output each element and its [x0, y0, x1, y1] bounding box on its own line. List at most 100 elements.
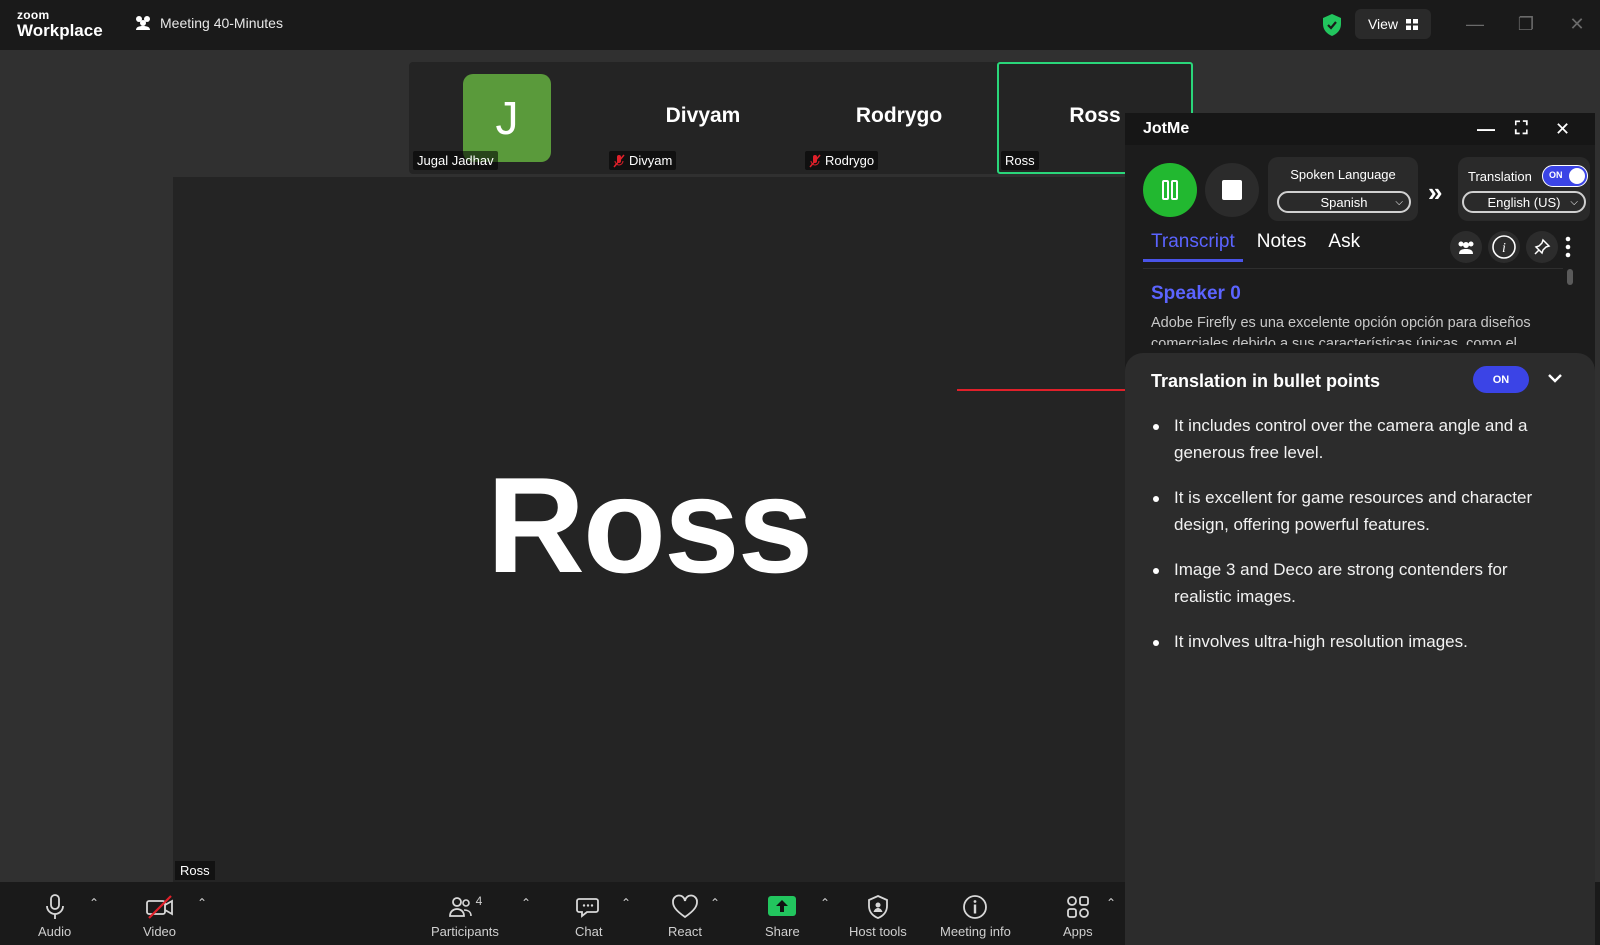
- translation-toggle[interactable]: ON: [1542, 165, 1588, 187]
- audio-label: Audio: [38, 924, 72, 939]
- chevron-down-icon: ⌵: [1395, 196, 1403, 208]
- encryption-shield-icon[interactable]: [1321, 13, 1343, 37]
- participant-tile-jugal[interactable]: J Jugal Jadhav: [409, 62, 605, 174]
- close-window-icon[interactable]: ✕: [1565, 14, 1589, 34]
- participant-name: Divyam: [665, 104, 741, 127]
- jotme-header: JotMe — ⛶ ✕: [1125, 113, 1595, 145]
- spoken-language-label: Spoken Language: [1290, 167, 1396, 182]
- microphone-icon: [45, 894, 64, 919]
- transcript-text: Adobe Firefly es una excelente opción op…: [1151, 315, 1531, 345]
- translation-language-select[interactable]: English (US) ⌵: [1462, 191, 1586, 213]
- maximize-window-icon[interactable]: ❐: [1514, 14, 1538, 34]
- view-button[interactable]: View: [1355, 9, 1431, 39]
- react-button[interactable]: React: [668, 894, 702, 939]
- speaker-label: Speaker 0: [1151, 283, 1241, 304]
- video-options-chevron-icon[interactable]: ⌃: [197, 896, 207, 910]
- participant-tag-text: Jugal Jadhav: [417, 153, 494, 168]
- participant-tag-text: Ross: [1005, 153, 1035, 168]
- jotme-title: JotMe: [1143, 120, 1190, 137]
- video-button[interactable]: Video: [143, 894, 176, 939]
- bullet-panel-title: Translation in bullet points: [1151, 371, 1381, 391]
- meeting-info-button[interactable]: Meeting info: [940, 894, 1011, 939]
- pause-button[interactable]: [1143, 163, 1197, 217]
- bullet-item: Image 3 and Deco are strong contenders f…: [1151, 557, 1561, 610]
- translation-toggle-text: ON: [1549, 170, 1563, 180]
- chat-options-chevron-icon[interactable]: ⌃: [621, 896, 631, 910]
- active-speaker-name: Ross: [486, 449, 814, 601]
- bullet-translation-toggle[interactable]: ON: [1473, 366, 1529, 393]
- avatar: J: [463, 74, 551, 162]
- people-icon: [1458, 241, 1474, 254]
- share-button[interactable]: Share: [765, 894, 800, 939]
- participants-group-icon: [136, 16, 150, 30]
- spoken-language-value: Spanish: [1320, 194, 1368, 210]
- stop-icon: [1222, 180, 1242, 200]
- participants-label: Participants: [431, 924, 499, 939]
- tabs-divider: [1143, 268, 1563, 269]
- meeting-title[interactable]: Meeting 40-Minutes: [134, 15, 283, 31]
- annotation-arrow: [957, 384, 1143, 396]
- participant-tile-divyam[interactable]: Divyam Divyam: [605, 62, 801, 174]
- tab-notes[interactable]: Notes: [1249, 231, 1315, 262]
- react-options-chevron-icon[interactable]: ⌃: [710, 896, 720, 910]
- info-button[interactable]: i: [1488, 231, 1520, 263]
- heart-icon: [672, 894, 698, 919]
- more-options-icon[interactable]: [1565, 235, 1571, 259]
- collapse-chevron-icon[interactable]: [1546, 369, 1564, 387]
- pin-button[interactable]: [1526, 231, 1558, 263]
- translation-language-value: English (US): [1487, 194, 1561, 210]
- double-chevron-right-icon: »: [1428, 177, 1443, 207]
- participants-options-chevron-icon[interactable]: ⌃: [521, 896, 531, 910]
- pin-icon: [1534, 238, 1551, 255]
- transcript-scrollbar[interactable]: [1567, 269, 1573, 285]
- chat-label: Chat: [575, 924, 603, 939]
- host-shield-icon: [868, 895, 888, 919]
- speakers-button[interactable]: [1450, 231, 1482, 263]
- audio-button[interactable]: Audio: [38, 894, 71, 939]
- apps-icon: [1066, 896, 1089, 918]
- react-label: React: [668, 924, 702, 939]
- participant-tag-text: Rodrygo: [825, 153, 875, 168]
- participants-button[interactable]: 4 Participants: [431, 894, 499, 939]
- info-icon: i: [1492, 235, 1516, 259]
- logo-top-text: zoom: [17, 8, 50, 22]
- share-options-chevron-icon[interactable]: ⌃: [820, 896, 830, 910]
- bullet-translation-panel: Translation in bullet points ON It inclu…: [1125, 353, 1595, 945]
- apps-options-chevron-icon[interactable]: ⌃: [1106, 896, 1116, 910]
- grid-view-icon: [1406, 18, 1419, 30]
- svg-text:i: i: [1502, 241, 1506, 256]
- translation-label: Translation: [1468, 169, 1532, 184]
- translation-box: Translation ON English (US) ⌵: [1458, 157, 1590, 221]
- bullet-item: It involves ultra-high resolution images…: [1151, 629, 1561, 656]
- participant-tag: Rodrygo: [805, 151, 879, 170]
- jotme-fullscreen-icon[interactable]: ⛶: [1515, 118, 1528, 139]
- apps-button[interactable]: Apps: [1063, 894, 1093, 939]
- bullet-item: It includes control over the camera angl…: [1151, 413, 1561, 466]
- share-label: Share: [765, 924, 800, 939]
- title-bar: zoom Workplace Meeting 40-Minutes View —…: [0, 0, 1600, 50]
- jotme-minimize-icon[interactable]: —: [1477, 119, 1495, 140]
- meeting-title-text: Meeting 40-Minutes: [160, 15, 283, 31]
- spoken-language-select[interactable]: Spanish ⌵: [1277, 191, 1411, 213]
- spoken-language-box: Spoken Language Spanish ⌵: [1268, 157, 1418, 221]
- meeting-info-label: Meeting info: [940, 924, 1011, 939]
- chat-button[interactable]: Chat: [575, 894, 602, 939]
- participants-icon: [448, 897, 472, 917]
- host-tools-button[interactable]: Host tools: [849, 894, 907, 939]
- audio-options-chevron-icon[interactable]: ⌃: [89, 896, 99, 910]
- video-off-icon: [145, 895, 173, 919]
- participant-strip: J Jugal Jadhav Divyam Divyam Rodrygo Rod…: [409, 62, 1193, 174]
- tab-ask[interactable]: Ask: [1320, 231, 1368, 262]
- zoom-logo: zoom Workplace: [17, 9, 103, 39]
- logo-bottom-text: Workplace: [17, 21, 103, 40]
- participant-tag: Jugal Jadhav: [413, 151, 498, 170]
- active-speaker-video[interactable]: Ross Ross: [173, 177, 1125, 882]
- tab-transcript[interactable]: Transcript: [1143, 231, 1243, 262]
- stop-button[interactable]: [1205, 163, 1259, 217]
- chat-icon: [575, 898, 599, 918]
- jotme-close-icon[interactable]: ✕: [1555, 119, 1570, 140]
- muted-mic-icon: [613, 154, 625, 167]
- minimize-window-icon[interactable]: —: [1463, 14, 1487, 34]
- jotme-panel: JotMe — ⛶ ✕ Spoken Language Spanish ⌵ » …: [1125, 113, 1595, 945]
- participant-tile-rodrygo[interactable]: Rodrygo Rodrygo: [801, 62, 997, 174]
